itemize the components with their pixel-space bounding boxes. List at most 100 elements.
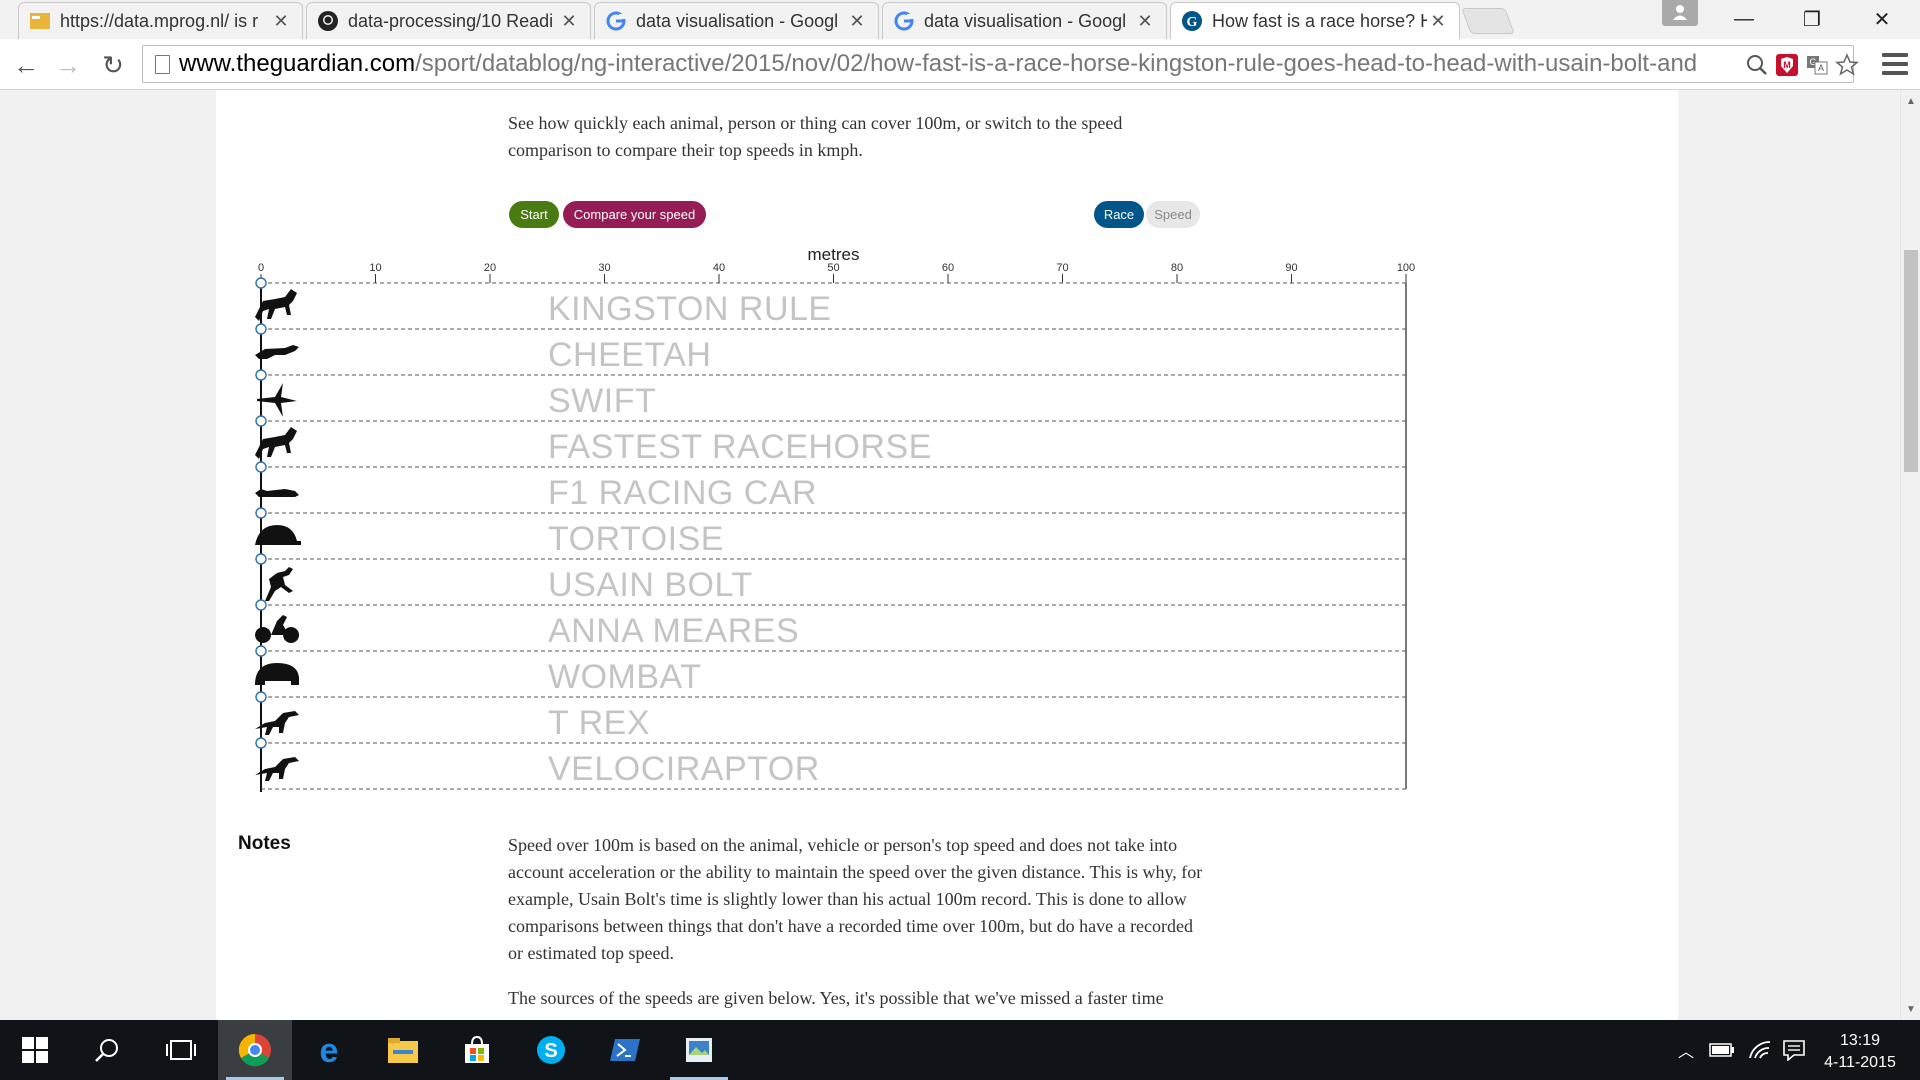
mprog-favicon <box>29 10 51 32</box>
lane-start-marker <box>255 645 267 657</box>
powershell-icon[interactable] <box>588 1020 662 1080</box>
runner-icon-shape <box>265 567 293 601</box>
skype-icon[interactable]: S <box>514 1020 588 1080</box>
vertical-scrollbar[interactable]: ▲ ▼ <box>1900 90 1920 1020</box>
battery-icon[interactable] <box>1704 1020 1740 1080</box>
back-button[interactable]: ← <box>8 47 44 83</box>
lane-start-marker <box>255 415 267 427</box>
lane-label: TORTOISE <box>548 520 724 558</box>
scroll-down-arrow[interactable]: ▼ <box>1901 1000 1920 1018</box>
browser-toolbar: ← → ↻ www.theguardian.com/sport/datablog… <box>0 39 1920 90</box>
tab-google-2[interactable]: data visualisation - Googl ✕ <box>882 2 1167 39</box>
lane-start-marker <box>255 691 267 703</box>
close-tab-icon[interactable]: ✕ <box>558 11 580 32</box>
page-icon <box>155 55 170 74</box>
lane-start-marker <box>255 461 267 473</box>
restore-button[interactable]: ❐ <box>1780 0 1844 39</box>
article-page: See how quickly each animal, person or t… <box>216 90 1678 1020</box>
wifi-icon[interactable] <box>1742 1020 1778 1080</box>
x-tick-label: 40 <box>713 262 725 274</box>
x-tick-label: 80 <box>1171 262 1183 274</box>
lane-label: USAIN BOLT <box>548 566 753 604</box>
clock-date: 4-11-2015 <box>1824 1054 1896 1071</box>
lane-start-marker <box>255 323 267 335</box>
store-icon[interactable] <box>440 1020 514 1080</box>
guardian-icon: G <box>1181 10 1203 32</box>
image-viewer-icon[interactable] <box>662 1020 736 1080</box>
close-window-button[interactable]: ✕ <box>1850 0 1914 39</box>
tray-expand-icon[interactable]: ︿ <box>1670 1020 1702 1080</box>
page-viewport: See how quickly each animal, person or t… <box>0 90 1900 1020</box>
chrome-taskbar-icon[interactable] <box>218 1020 292 1080</box>
runner-icon <box>265 567 293 601</box>
svg-text:A: A <box>1818 63 1824 73</box>
clock-time: 13:19 <box>1839 1032 1881 1049</box>
url-path: /sport/datablog/ng-interactive/2015/nov/… <box>415 50 1698 77</box>
tab-title: data-processing/10 Readi <box>348 10 554 31</box>
google-icon <box>605 10 627 32</box>
lane-label: VELOCIRAPTOR <box>548 750 820 788</box>
lane-label: F1 RACING CAR <box>548 474 817 512</box>
lane-label: T REX <box>548 704 650 742</box>
windows-taskbar: e S ︿ 13:19 4-11-2015 <box>0 1020 1920 1080</box>
url-host: www.theguardian.com <box>179 50 416 77</box>
tab-title: data visualisation - Googl <box>636 10 839 31</box>
notes-heading: Notes <box>238 833 291 854</box>
close-tab-icon[interactable]: ✕ <box>846 11 868 32</box>
x-tick-label: 30 <box>598 262 610 274</box>
svg-text:S: S <box>544 1040 557 1062</box>
translate-icon[interactable]: GA <box>1803 51 1831 79</box>
edge-icon[interactable]: e <box>292 1020 366 1080</box>
chrome-menu-icon[interactable] <box>1882 51 1908 77</box>
lane-start-marker <box>255 369 267 381</box>
bookmark-star-icon[interactable] <box>1833 51 1861 79</box>
tab-google-1[interactable]: data visualisation - Googl ✕ <box>594 2 879 39</box>
race-car-icon <box>255 489 299 497</box>
minimize-button[interactable]: — <box>1712 0 1776 39</box>
notes-paragraph-2: The sources of the speeds are given belo… <box>508 988 1164 1008</box>
tab-github[interactable]: data-processing/10 Readi ✕ <box>306 2 591 39</box>
lane-start-marker <box>255 553 267 565</box>
x-tick-label: 50 <box>827 262 839 274</box>
search-icon[interactable] <box>1743 51 1771 79</box>
bird-icon <box>257 383 297 417</box>
github-icon <box>317 10 339 32</box>
bird-icon-shape <box>257 383 297 417</box>
tab-strip: https://data.mprog.nl/ is r ✕ data-proce… <box>0 0 1920 39</box>
profile-button[interactable] <box>1662 0 1698 26</box>
scrollbar-thumb[interactable] <box>1904 250 1918 472</box>
x-tick-label: 10 <box>369 262 381 274</box>
windows-start-icon[interactable] <box>0 1020 70 1080</box>
google-icon <box>893 10 915 32</box>
address-bar[interactable]: www.theguardian.com/sport/datablog/ng-in… <box>142 45 1859 83</box>
race-car-icon-shape <box>255 489 299 497</box>
x-tick-label: 100 <box>1397 262 1415 274</box>
task-view-icon[interactable] <box>144 1020 218 1080</box>
x-tick-label: 0 <box>258 262 264 274</box>
new-tab-button[interactable] <box>1461 8 1515 34</box>
lane-label: KINGSTON RULE <box>548 290 832 328</box>
lane-label: WOMBAT <box>548 658 701 696</box>
scroll-up-arrow[interactable]: ▲ <box>1901 92 1920 110</box>
x-tick-label: 20 <box>484 262 496 274</box>
svg-text:e: e <box>320 1034 339 1066</box>
file-explorer-icon[interactable] <box>366 1020 440 1080</box>
x-tick-label: 70 <box>1056 262 1068 274</box>
search-icon[interactable] <box>70 1020 144 1080</box>
taskbar-clock[interactable]: 13:19 4-11-2015 <box>1810 1030 1910 1074</box>
tab-guardian[interactable]: G How fast is a race horse? H ✕ <box>1170 2 1460 39</box>
close-tab-icon[interactable]: ✕ <box>1134 11 1156 32</box>
notifications-icon[interactable] <box>1776 1020 1812 1080</box>
close-tab-icon[interactable]: ✕ <box>270 11 292 32</box>
close-tab-icon[interactable]: ✕ <box>1427 11 1449 32</box>
lane-label: ANNA MEARES <box>548 612 799 650</box>
shield-extension-icon[interactable]: M <box>1773 51 1801 79</box>
x-tick-label: 60 <box>942 262 954 274</box>
tab-mprog[interactable]: https://data.mprog.nl/ is r ✕ <box>18 2 303 39</box>
reload-button[interactable]: ↻ <box>95 47 131 83</box>
lane-start-marker <box>255 599 267 611</box>
x-tick-label: 90 <box>1285 262 1297 274</box>
forward-button[interactable]: → <box>50 47 86 83</box>
svg-text:M: M <box>1783 60 1791 70</box>
lane-start-marker <box>255 277 267 289</box>
